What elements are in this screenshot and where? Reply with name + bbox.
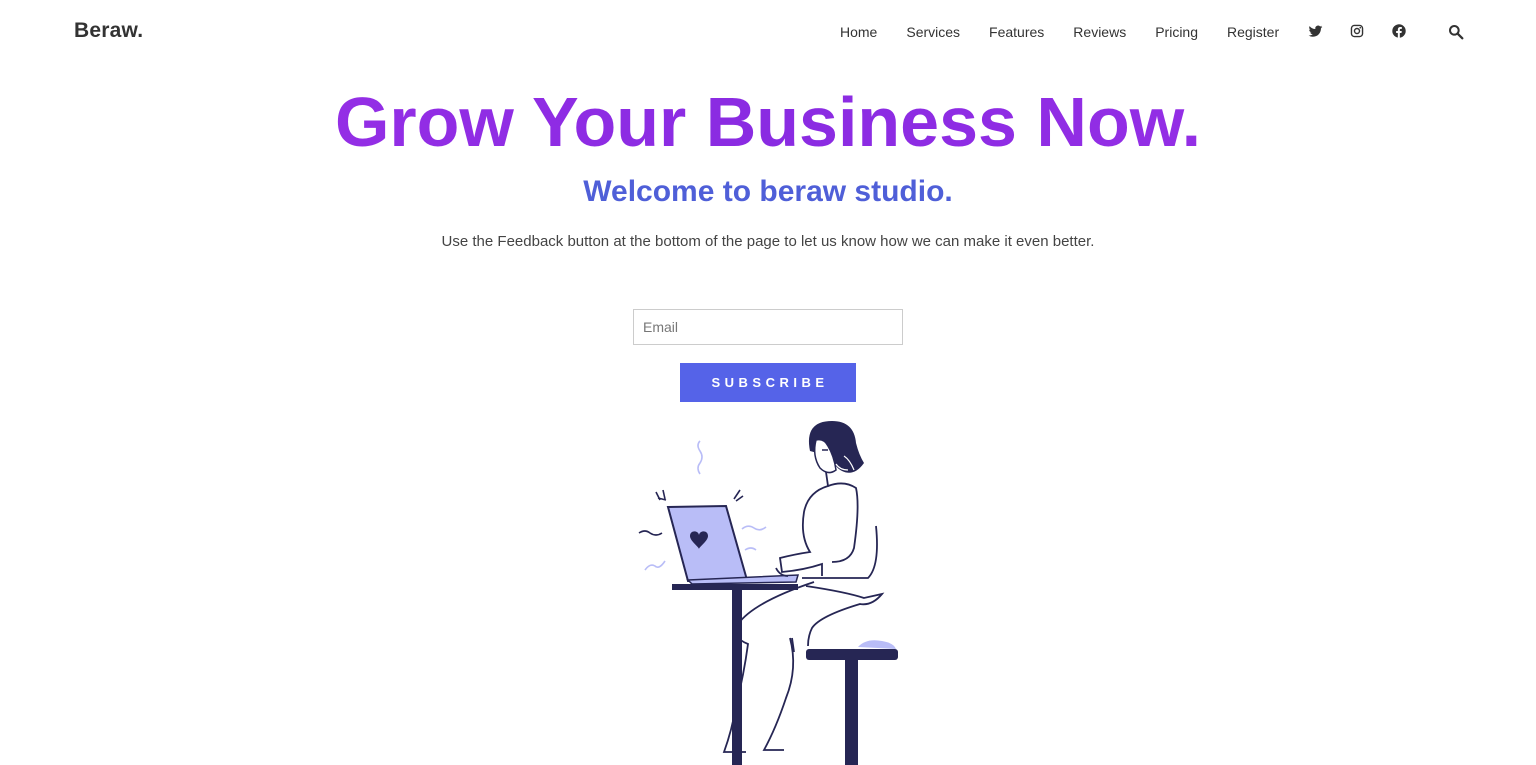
hero-description: Use the Feedback button at the bottom of… <box>441 233 1095 250</box>
navbar: Beraw. Home Services Features Reviews Pr… <box>0 0 1536 64</box>
hero-title: Grow Your Business Now. <box>0 82 1536 162</box>
woman-at-laptop-illustration <box>638 421 898 765</box>
nav-link-pricing[interactable]: Pricing <box>1155 24 1198 40</box>
facebook-icon[interactable] <box>1392 24 1408 40</box>
nav-link-services[interactable]: Services <box>906 24 960 40</box>
brand-logo[interactable]: Beraw. <box>74 19 143 43</box>
instagram-icon[interactable] <box>1350 24 1366 40</box>
nav-link-register[interactable]: Register <box>1227 24 1279 40</box>
subscribe-button[interactable]: SUBSCRIBE <box>680 363 856 402</box>
search-icon[interactable] <box>1448 24 1464 40</box>
email-input[interactable] <box>633 309 903 345</box>
nav-links: Home Services Features Reviews Pricing R… <box>840 24 1308 40</box>
nav-link-home[interactable]: Home <box>840 24 877 40</box>
hero-subtitle: Welcome to beraw studio. <box>583 175 953 208</box>
nav-link-reviews[interactable]: Reviews <box>1073 24 1126 40</box>
twitter-icon[interactable] <box>1308 24 1324 40</box>
nav-link-features[interactable]: Features <box>989 24 1044 40</box>
